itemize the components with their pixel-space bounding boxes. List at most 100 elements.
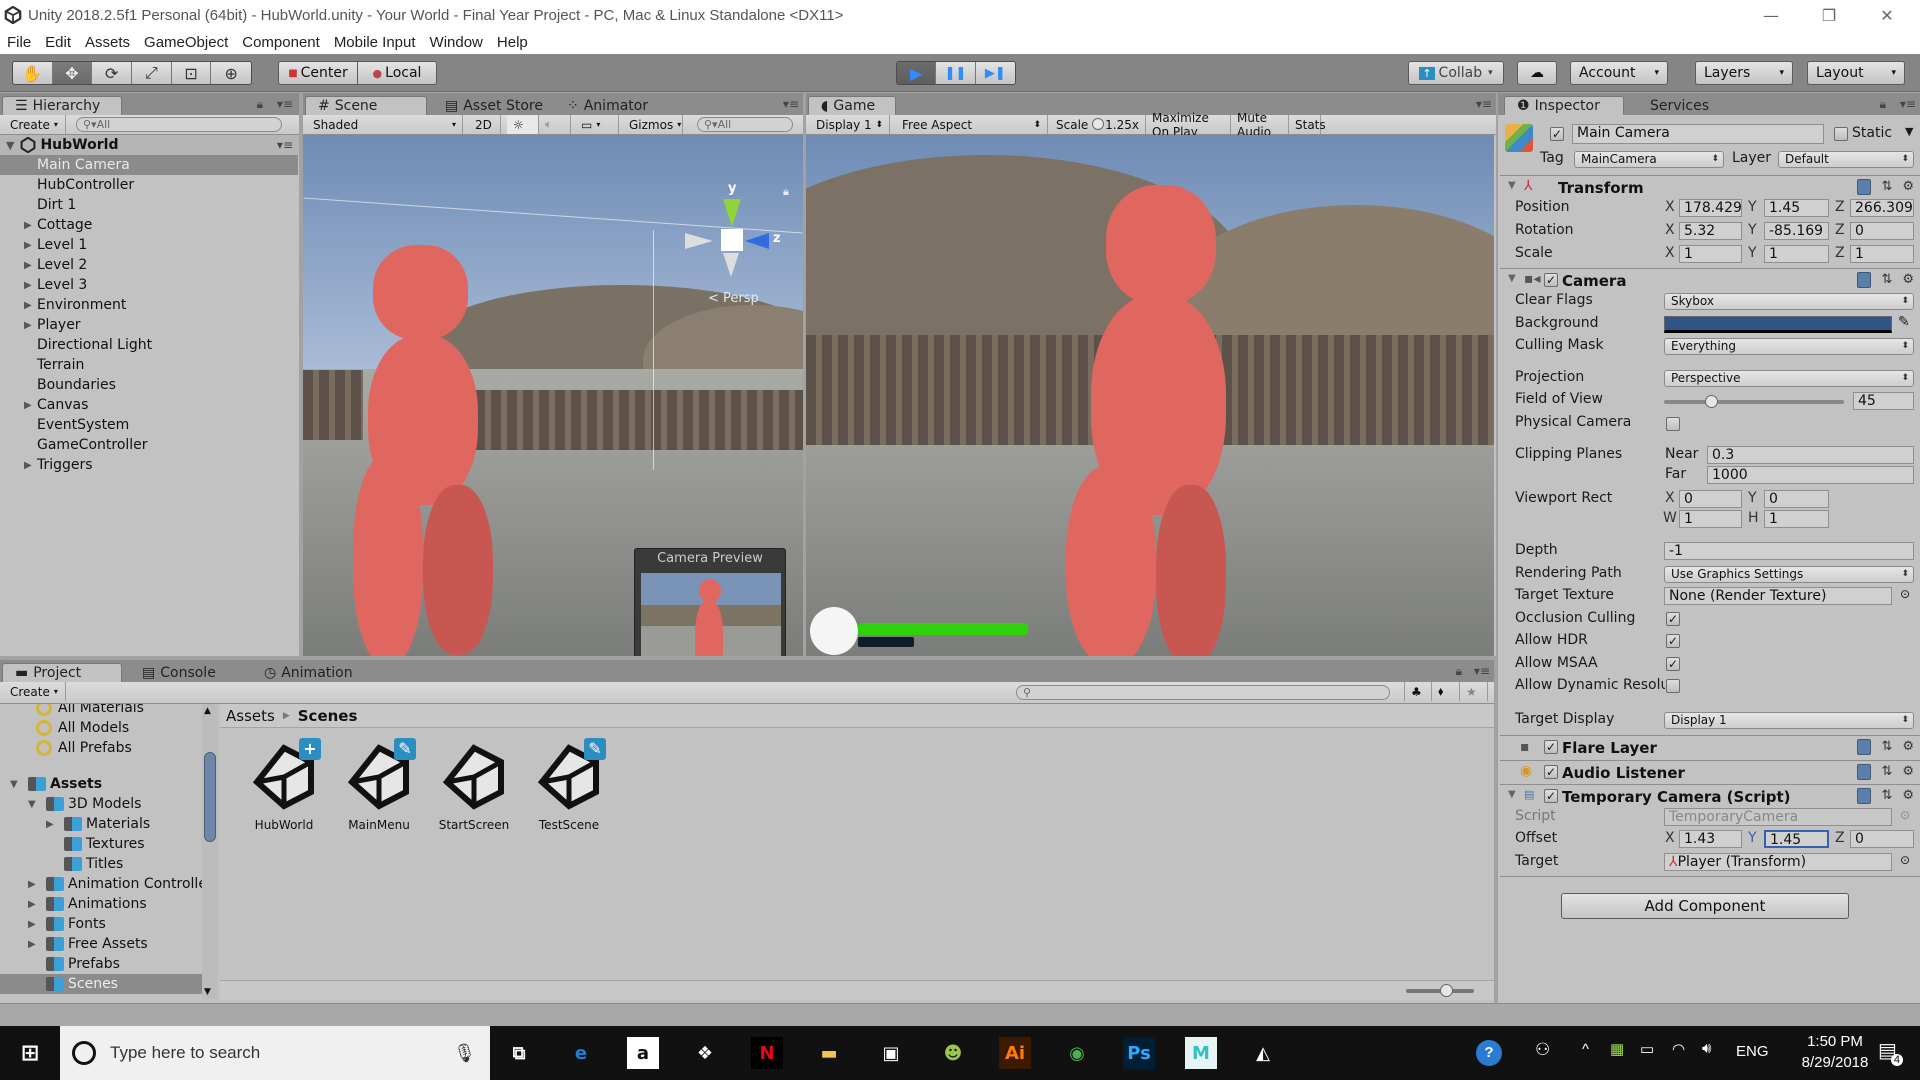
project-folder[interactable]: Prefabs <box>0 954 202 974</box>
help-tray-icon[interactable]: ? <box>1476 1040 1502 1066</box>
tab-asset-store[interactable]: ▤ Asset Store <box>433 96 555 115</box>
project-folder[interactable]: ▶ Free Assets <box>0 934 202 954</box>
menu-file[interactable]: File <box>7 34 31 51</box>
expand-arrow-icon[interactable]: ▶ <box>46 819 54 830</box>
expand-arrow-icon[interactable]: ▶ <box>28 919 36 930</box>
position-x-field[interactable]: 178.429 <box>1679 199 1742 217</box>
menu-window[interactable]: Window <box>430 34 483 51</box>
orientation-gizmo[interactable]: y z < Persp 🔒︎ <box>683 181 803 311</box>
unity-icon[interactable]: ◭ <box>1247 1037 1279 1069</box>
stats-toggle[interactable]: Stats <box>1289 115 1326 134</box>
help-icon[interactable] <box>1857 788 1872 804</box>
favorite-item[interactable]: All Models <box>36 718 129 738</box>
active-checkbox[interactable]: ✓ <box>1550 127 1564 141</box>
hierarchy-item[interactable]: ▶ Level 1 <box>0 235 298 255</box>
collapse-arrow-icon[interactable]: ▼ <box>1508 180 1516 191</box>
tab-scene[interactable]: # Scene <box>305 96 427 115</box>
static-dropdown-icon[interactable]: ▼ <box>1905 125 1913 138</box>
layers-dropdown[interactable]: Layers ▾ <box>1695 61 1793 85</box>
viewport-w-field[interactable]: 1 <box>1679 510 1742 528</box>
lighting-toggle[interactable]: ☼ <box>507 115 539 134</box>
depth-field[interactable]: -1 <box>1664 542 1914 560</box>
help-icon[interactable] <box>1857 764 1872 780</box>
project-folder[interactable]: ▶ Animations <box>0 894 202 914</box>
account-dropdown[interactable]: Account ▾ <box>1570 61 1668 85</box>
menu-help[interactable]: Help <box>497 34 528 51</box>
fov-slider-thumb[interactable] <box>1704 395 1718 408</box>
taskbar-search[interactable]: Type here to search 🎙︎ <box>60 1026 490 1080</box>
menu-assets[interactable]: Assets <box>85 34 130 51</box>
presets-icon[interactable]: ⇅ <box>1881 788 1892 804</box>
wifi-icon[interactable]: ◠ <box>1672 1040 1685 1058</box>
display-dropdown[interactable]: Display 1 ⬍ <box>810 115 890 134</box>
favorites-button[interactable]: ★ <box>1460 682 1488 701</box>
icon-size-slider-thumb[interactable] <box>1440 984 1453 997</box>
transform-tool-button[interactable]: ⊕ <box>211 62 251 84</box>
position-y-field[interactable]: 1.45 <box>1764 199 1829 217</box>
help-icon[interactable] <box>1857 179 1872 195</box>
culling-mask-dropdown[interactable]: Everything <box>1664 338 1914 355</box>
move-tool-button[interactable]: ✥ <box>52 62 93 84</box>
maya-icon[interactable]: M <box>1185 1037 1217 1069</box>
presets-icon[interactable]: ⇅ <box>1881 272 1892 288</box>
photoshop-icon[interactable]: Ps <box>1123 1037 1155 1069</box>
project-folder[interactable]: ▼ Assets <box>0 774 202 794</box>
clock[interactable]: 1:50 PM 8/29/2018 <box>1798 1033 1872 1071</box>
flare-layer-header[interactable]: ▪ ✓ Flare Layer ⇅ ⚙ <box>1500 735 1920 759</box>
project-folder[interactable]: ▶ Materials <box>0 814 202 834</box>
hand-tool-button[interactable]: ✋ <box>13 62 53 84</box>
offset-y-field[interactable]: 1.45 <box>1764 830 1829 848</box>
expand-arrow-icon[interactable]: ▶ <box>28 939 36 950</box>
expand-arrow-icon[interactable]: ▼ <box>28 799 36 810</box>
gear-icon[interactable]: ⚙ <box>1902 788 1914 804</box>
tab-project[interactable]: ▬ Project <box>2 663 122 682</box>
minimize-button[interactable]: — <box>1742 0 1800 30</box>
effects-dropdown[interactable]: ▭ ▾ <box>575 115 619 134</box>
notification-center-icon[interactable]: ▤4 <box>1878 1038 1909 1066</box>
pivot-center-toggle[interactable]: ■ Center <box>278 61 358 85</box>
collapse-arrow-icon[interactable]: ▼ <box>1508 789 1516 800</box>
hierarchy-item[interactable]: ▶ Level 3 <box>0 275 298 295</box>
gear-icon[interactable]: ⚙ <box>1902 179 1914 195</box>
scroll-down-icon[interactable]: ▼ <box>204 987 211 997</box>
flare-layer-checkbox[interactable]: ✓ <box>1544 740 1558 754</box>
hierarchy-item[interactable]: ▶ Player <box>0 315 298 335</box>
gizmo-center-cube[interactable] <box>721 229 743 251</box>
panel-menu-icon[interactable]: ▾≡ <box>783 97 799 111</box>
rendering-path-dropdown[interactable]: Use Graphics Settings <box>1664 566 1914 583</box>
audio-toggle[interactable]: 🔈︎ <box>539 115 571 134</box>
hierarchy-item[interactable]: ▶ Level 2 <box>0 255 298 275</box>
tree-scrollbar[interactable]: ▲ ▼ <box>202 704 218 999</box>
presets-icon[interactable]: ⇅ <box>1881 764 1892 780</box>
cloud-button[interactable]: ☁ <box>1517 61 1557 85</box>
tag-dropdown[interactable]: MainCamera <box>1574 151 1724 168</box>
scale-z-field[interactable]: 1 <box>1850 245 1914 263</box>
collapse-arrow-icon[interactable]: ▼ <box>1508 273 1516 284</box>
object-name-field[interactable]: Main Camera <box>1572 124 1824 144</box>
eyedropper-icon[interactable]: ✎ <box>1898 314 1910 330</box>
scale-slider[interactable]: Scale 1.25x <box>1050 115 1146 134</box>
chrome-icon[interactable]: ◉ <box>1061 1037 1093 1069</box>
maximize-on-play-toggle[interactable]: Maximize On Play <box>1146 111 1231 139</box>
tab-inspector[interactable]: ❶ Inspector <box>1504 96 1624 115</box>
project-search-input[interactable]: ⚲ <box>1016 685 1390 700</box>
breadcrumb-scenes[interactable]: Scenes <box>298 707 358 725</box>
layout-dropdown[interactable]: Layout ▾ <box>1807 61 1905 85</box>
edge-icon[interactable]: e <box>565 1037 597 1069</box>
panel-menu-icon[interactable]: ▾≡ <box>1476 97 1492 111</box>
expand-arrow-icon[interactable]: ▶ <box>24 260 32 271</box>
transform-header[interactable]: ▼ ⅄ Transform ⇅ ⚙ <box>1500 175 1920 199</box>
favorite-item[interactable]: All Materials <box>36 704 144 718</box>
expand-arrow-icon[interactable]: ▼ <box>10 779 18 790</box>
filter-by-type-button[interactable]: ♣ <box>1404 682 1432 701</box>
pause-button[interactable]: ❚❚ <box>936 62 976 84</box>
hierarchy-item[interactable]: Dirt 1 <box>0 195 298 215</box>
volume-icon[interactable]: 🔊︎ <box>1702 1040 1711 1057</box>
target-field[interactable]: ⅄Player (Transform) <box>1664 853 1892 871</box>
mute-audio-toggle[interactable]: Mute Audio <box>1231 111 1289 139</box>
occlusion-culling-checkbox[interactable]: ✓ <box>1666 612 1680 626</box>
fov-slider-track[interactable] <box>1664 395 1844 408</box>
filter-by-label-button[interactable]: ⬧ <box>1432 682 1460 701</box>
offset-z-field[interactable]: 0 <box>1850 830 1914 848</box>
netflix-icon[interactable]: N <box>751 1037 783 1069</box>
